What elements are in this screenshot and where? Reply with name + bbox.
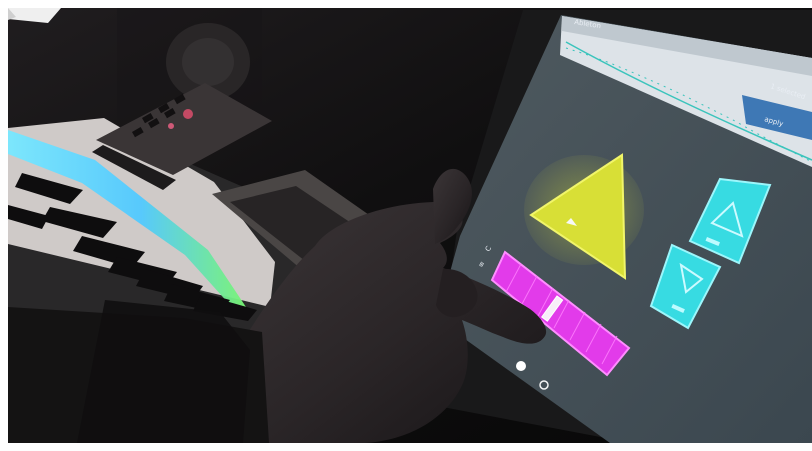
photo-illustration: Ableton 1 selected apply C ≡ xyxy=(0,0,812,451)
photo-scene: Ableton 1 selected apply C ≡ xyxy=(0,0,812,451)
page-indicator-active[interactable] xyxy=(516,361,526,371)
